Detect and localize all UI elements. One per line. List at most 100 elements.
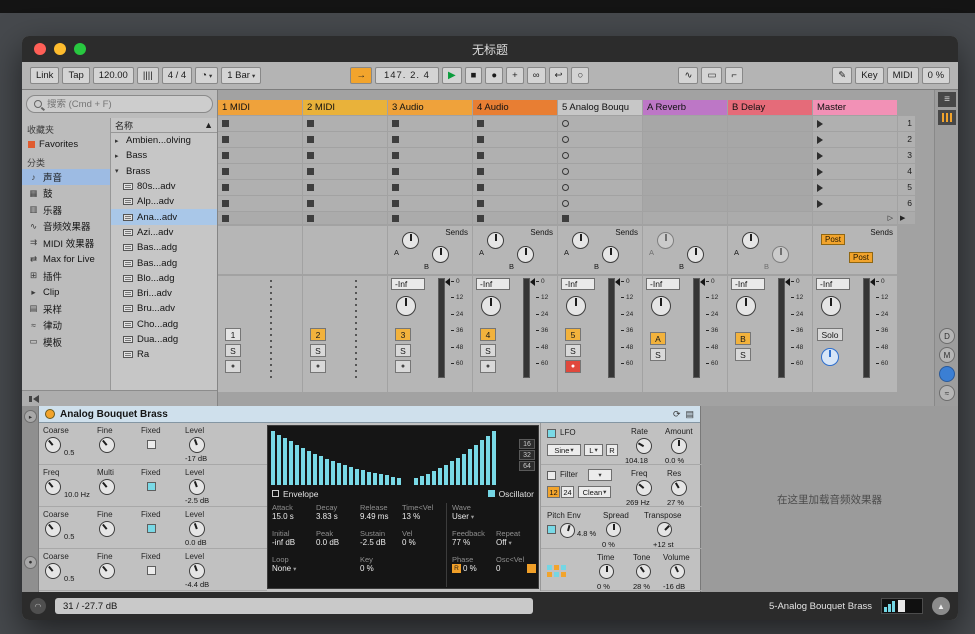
sidebar-item-instruments[interactable]: ▥乐器 [22, 202, 110, 219]
volume-display[interactable]: -Inf [561, 278, 595, 290]
clip-slot[interactable] [218, 164, 302, 179]
search-bar[interactable] [26, 95, 213, 113]
track-stop-row[interactable] [218, 212, 302, 224]
browser-item[interactable]: Blo...adg [111, 271, 217, 286]
routing-square[interactable] [547, 572, 552, 577]
clip-slot[interactable] [303, 196, 387, 211]
clip-slot[interactable] [558, 196, 642, 211]
scene-slot[interactable] [813, 164, 897, 179]
tone-knob[interactable] [636, 564, 651, 579]
track-solo-button[interactable]: S [225, 344, 241, 357]
scene-number[interactable]: 5 [898, 180, 915, 195]
track-stop-row[interactable] [558, 212, 642, 224]
routing-square[interactable] [561, 565, 566, 570]
browser-item[interactable]: Azi...adv [111, 225, 217, 240]
track-header[interactable]: B Delay [728, 100, 812, 115]
browser-item[interactable]: 80s...adv [111, 179, 217, 194]
send-a-knob[interactable] [742, 232, 759, 249]
track-stop-row[interactable] [473, 212, 557, 224]
clip-slot[interactable] [643, 164, 727, 179]
overdub-button[interactable]: + [506, 67, 524, 84]
display-param-value[interactable]: User▾ [452, 512, 474, 521]
track-activator-button[interactable]: 1 [225, 328, 241, 341]
scene-slot[interactable] [813, 180, 897, 195]
clip-slot[interactable] [473, 180, 557, 195]
display-param-value[interactable]: 0 % [402, 538, 416, 547]
param-knob[interactable] [189, 479, 205, 495]
stop-button[interactable]: ■ [465, 67, 483, 84]
browser-item[interactable]: Bas...adg [111, 255, 217, 270]
display-param-value[interactable]: 0.0 dB [316, 538, 339, 547]
browser-item[interactable]: Bas...adg [111, 240, 217, 255]
wave-size-button[interactable]: 32 [519, 450, 535, 460]
clip-slot[interactable] [303, 180, 387, 195]
fixed-checkbox[interactable] [147, 482, 156, 491]
fixed-checkbox[interactable] [147, 524, 156, 533]
pan-knob[interactable] [396, 296, 416, 316]
browser-item[interactable]: ▾Brass [111, 164, 217, 179]
track-stop-row[interactable] [388, 212, 472, 224]
save-preset-icon[interactable]: ▤ [685, 409, 694, 420]
io-toggle-icon[interactable] [939, 366, 955, 382]
capture-midi-button[interactable]: ∞ [527, 67, 546, 84]
display-param-value[interactable]: R0 % [452, 564, 477, 573]
browser-item[interactable]: Bru...adv [111, 301, 217, 316]
lfo-retrigger-toggle[interactable]: R [606, 444, 618, 456]
volume-display[interactable]: -Inf [646, 278, 680, 290]
time-knob[interactable] [599, 564, 614, 579]
clip-slot[interactable] [558, 180, 642, 195]
track-stop-row[interactable] [303, 212, 387, 224]
clip-slot[interactable] [643, 132, 727, 147]
session-record-button[interactable]: ○ [571, 67, 589, 84]
volume-display[interactable]: -Inf [816, 278, 850, 290]
track-stop-row[interactable]: ▷ [813, 212, 897, 224]
clip-slot[interactable] [473, 164, 557, 179]
audio-effect-drop-zone[interactable]: 在这里加载音频效果器 [701, 406, 958, 592]
fixed-checkbox[interactable] [147, 440, 156, 449]
clip-view-icon[interactable] [938, 110, 956, 125]
sidebar-item-max-for-live[interactable]: ⇄Max for Live [22, 251, 110, 268]
clip-slot[interactable] [303, 164, 387, 179]
send-a-knob[interactable] [487, 232, 504, 249]
param-knob[interactable] [45, 437, 61, 453]
hot-swap-icon[interactable]: ⟳ [673, 409, 681, 420]
volume-fader-handle[interactable] [785, 278, 790, 286]
param-knob[interactable] [189, 521, 205, 537]
clip-slot[interactable] [388, 132, 472, 147]
sidebar-item-samples[interactable]: ▤采样 [22, 301, 110, 318]
track-solo-button[interactable]: S [565, 344, 581, 357]
filter-checkbox[interactable] [547, 471, 556, 480]
display-param-value[interactable]: Off▾ [496, 538, 512, 547]
clip-slot[interactable] [218, 132, 302, 147]
send-b-knob[interactable] [432, 246, 449, 263]
track-stop-row[interactable] [643, 212, 727, 224]
beatgrid-icon[interactable]: |||| [137, 67, 159, 84]
clip-slot[interactable] [473, 196, 557, 211]
cpu-meter[interactable]: 0 % [922, 67, 950, 84]
clip-slot[interactable] [218, 180, 302, 195]
volume-display[interactable]: -Inf [476, 278, 510, 290]
scene-number[interactable]: 1 [898, 116, 915, 131]
arm-button[interactable]: ● [310, 360, 326, 373]
scene-slot[interactable] [813, 132, 897, 147]
browser-item[interactable]: Cho...adg [111, 317, 217, 332]
clip-slot[interactable] [388, 164, 472, 179]
clip-slot[interactable] [388, 180, 472, 195]
routing-square[interactable] [554, 565, 559, 570]
lfo-wave-select[interactable]: Sine▾ [547, 444, 581, 456]
filter-route-select[interactable]: ▾ [588, 469, 612, 481]
send-b-knob[interactable] [687, 246, 704, 263]
clip-slot[interactable] [303, 116, 387, 131]
param-knob[interactable] [99, 521, 115, 537]
osc-toggle[interactable] [527, 564, 536, 573]
browser-item[interactable]: ▸Ambien...olving [111, 133, 217, 148]
routing-square[interactable] [554, 572, 559, 577]
post-toggle[interactable]: Post [821, 234, 845, 245]
track-stop-row[interactable] [728, 212, 812, 224]
sidebar-item-midi-effects[interactable]: ⇉MIDI 效果器 [22, 235, 110, 252]
pan-knob[interactable] [651, 296, 671, 316]
clip-slot[interactable] [218, 148, 302, 163]
sidebar-item-favorites[interactable]: Favorites [22, 136, 110, 153]
retrigger-toggle[interactable]: R [452, 564, 461, 573]
circle-m-icon[interactable]: M [939, 347, 955, 363]
